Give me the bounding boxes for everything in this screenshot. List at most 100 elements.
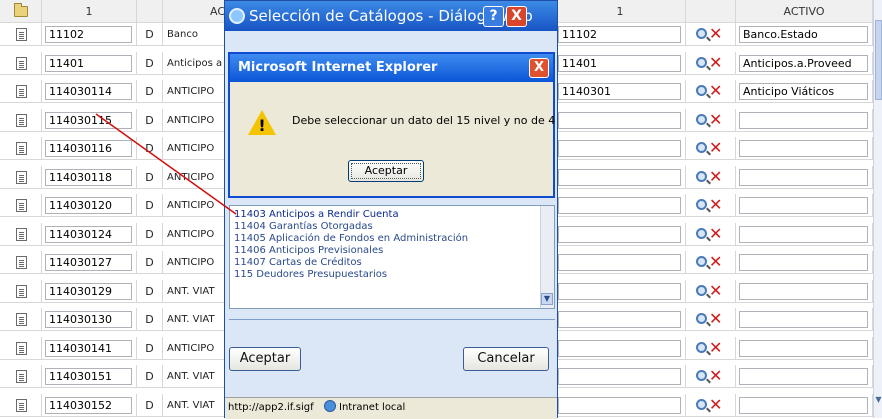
code-input[interactable]: 114030129 (45, 282, 132, 300)
search-delete-icon[interactable]: ✕ (696, 253, 726, 271)
catalog-item[interactable]: 11403 Anticipos a Rendir Cuenta (234, 209, 399, 221)
code2-input[interactable] (558, 140, 681, 157)
code-input[interactable]: 114030127 (45, 254, 132, 271)
row-icon-cell[interactable] (0, 222, 42, 246)
code-input[interactable]: 114030115 (45, 111, 132, 129)
code-input[interactable]: 114030118 (45, 168, 132, 186)
code2-input[interactable] (558, 282, 681, 300)
activo2-input[interactable] (739, 396, 868, 414)
row-icon-cell[interactable] (0, 23, 42, 46)
search-delete-icon[interactable]: ✕ (696, 338, 726, 356)
catalog-dialog-titlebar[interactable]: Selección de Catálogos - Diálogo Web ? X (225, 1, 557, 31)
search-delete-icon[interactable]: ✕ (696, 196, 726, 214)
catalog-list[interactable]: 11403 Anticipos a Rendir Cuenta 11404 Ga… (229, 205, 555, 309)
code2-input[interactable] (558, 197, 681, 214)
activo2-input[interactable] (739, 311, 868, 328)
activo2-input[interactable]: Anticipos.a.Proveed (739, 54, 868, 72)
search-delete-icon[interactable]: ✕ (696, 53, 726, 71)
code2-input[interactable]: 1140301 (558, 83, 681, 100)
row-icon-cell[interactable] (0, 194, 42, 217)
row-icon-cell[interactable] (0, 108, 42, 132)
row-icon-cell[interactable] (0, 165, 42, 189)
code-input[interactable]: 114030151 (45, 368, 132, 385)
document-icon[interactable] (16, 370, 27, 383)
search-delete-icon[interactable]: ✕ (696, 25, 726, 43)
row-icon-cell[interactable] (0, 51, 42, 75)
code-input[interactable]: 114030120 (45, 197, 132, 214)
activo2-input[interactable] (739, 254, 868, 271)
activo2-input[interactable] (739, 140, 868, 157)
code2-input[interactable] (558, 225, 681, 243)
search-delete-icon[interactable]: ✕ (696, 82, 726, 100)
chevron-down-icon[interactable]: ▼ (541, 293, 553, 305)
activo2-input[interactable] (739, 368, 868, 385)
code-input[interactable]: 114030141 (45, 339, 132, 357)
code2-input[interactable] (558, 254, 681, 271)
activo2-input[interactable]: Banco.Estado (739, 26, 868, 43)
search-delete-icon[interactable]: ✕ (696, 110, 726, 128)
catalog-item[interactable]: 115 Deudores Presupuestarios (234, 269, 387, 281)
row-icon-cell[interactable] (0, 279, 42, 303)
row-icon-cell[interactable] (0, 336, 42, 360)
row-icon-cell[interactable] (0, 308, 42, 331)
activo2-input[interactable]: Anticipo Viáticos (739, 83, 868, 100)
code-input[interactable]: 11401 (45, 54, 132, 72)
document-icon[interactable] (16, 313, 27, 326)
catalog-item[interactable]: 11405 Aplicación de Fondos en Administra… (234, 233, 468, 245)
document-icon[interactable] (16, 256, 27, 269)
catalog-item[interactable]: 11407 Cartas de Créditos (234, 257, 362, 269)
document-icon[interactable] (16, 227, 27, 241)
activo2-input[interactable] (739, 168, 868, 186)
document-icon[interactable] (16, 199, 27, 212)
document-icon[interactable] (16, 341, 27, 355)
code2-input[interactable] (558, 396, 681, 414)
code-input[interactable]: 114030116 (45, 140, 132, 157)
alert-title[interactable]: Microsoft Internet Explorer (230, 54, 553, 82)
search-delete-icon[interactable]: ✕ (696, 224, 726, 242)
alert-ok-button[interactable]: Aceptar (348, 160, 424, 182)
code2-input[interactable] (558, 368, 681, 385)
search-delete-icon[interactable]: ✕ (696, 395, 726, 413)
close-button[interactable]: X (506, 6, 527, 27)
document-icon[interactable] (16, 56, 27, 70)
activo2-input[interactable] (739, 282, 868, 300)
search-delete-icon[interactable]: ✕ (696, 367, 726, 385)
code-input[interactable]: 11102 (45, 26, 132, 43)
activo2-input[interactable] (739, 111, 868, 129)
alert-close-button[interactable]: X (529, 58, 549, 78)
accept-button[interactable]: Aceptar (229, 347, 301, 371)
row-icon-cell[interactable] (0, 137, 42, 160)
code2-input[interactable] (558, 339, 681, 357)
row-icon-cell[interactable] (0, 80, 42, 103)
search-delete-icon[interactable]: ✕ (696, 281, 726, 299)
code-input[interactable]: 114030152 (45, 396, 132, 414)
search-delete-icon[interactable]: ✕ (696, 139, 726, 157)
search-delete-icon[interactable]: ✕ (696, 310, 726, 328)
code2-input[interactable]: 11102 (558, 26, 681, 43)
document-icon[interactable] (16, 113, 27, 127)
row-icon-cell[interactable] (0, 251, 42, 274)
code2-input[interactable] (558, 311, 681, 328)
row-icon-cell[interactable] (0, 393, 42, 417)
activo2-input[interactable] (739, 225, 868, 243)
code2-input[interactable] (558, 168, 681, 186)
cancel-button[interactable]: Cancelar (463, 347, 549, 371)
code2-input[interactable]: 11401 (558, 54, 681, 72)
document-icon[interactable] (16, 28, 27, 41)
document-icon[interactable] (16, 398, 27, 412)
search-delete-icon[interactable]: ✕ (696, 167, 726, 185)
document-icon[interactable] (16, 170, 27, 184)
code2-input[interactable] (558, 111, 681, 129)
activo2-input[interactable] (739, 197, 868, 214)
code-input[interactable]: 114030114 (45, 83, 132, 100)
document-icon[interactable] (16, 142, 27, 155)
page-scrollbar-thumb[interactable] (875, 20, 882, 100)
page-scrollbar[interactable]: ▼ (873, 0, 882, 418)
document-icon[interactable] (16, 284, 27, 298)
activo2-input[interactable] (739, 339, 868, 357)
catalog-list-scrollbar[interactable]: ▼ (540, 206, 554, 308)
row-icon-cell[interactable] (0, 365, 42, 388)
document-icon[interactable] (16, 85, 27, 98)
scroll-down-icon[interactable]: ▼ (874, 394, 882, 406)
catalog-item[interactable]: 11404 Garantías Otorgadas (234, 221, 373, 233)
